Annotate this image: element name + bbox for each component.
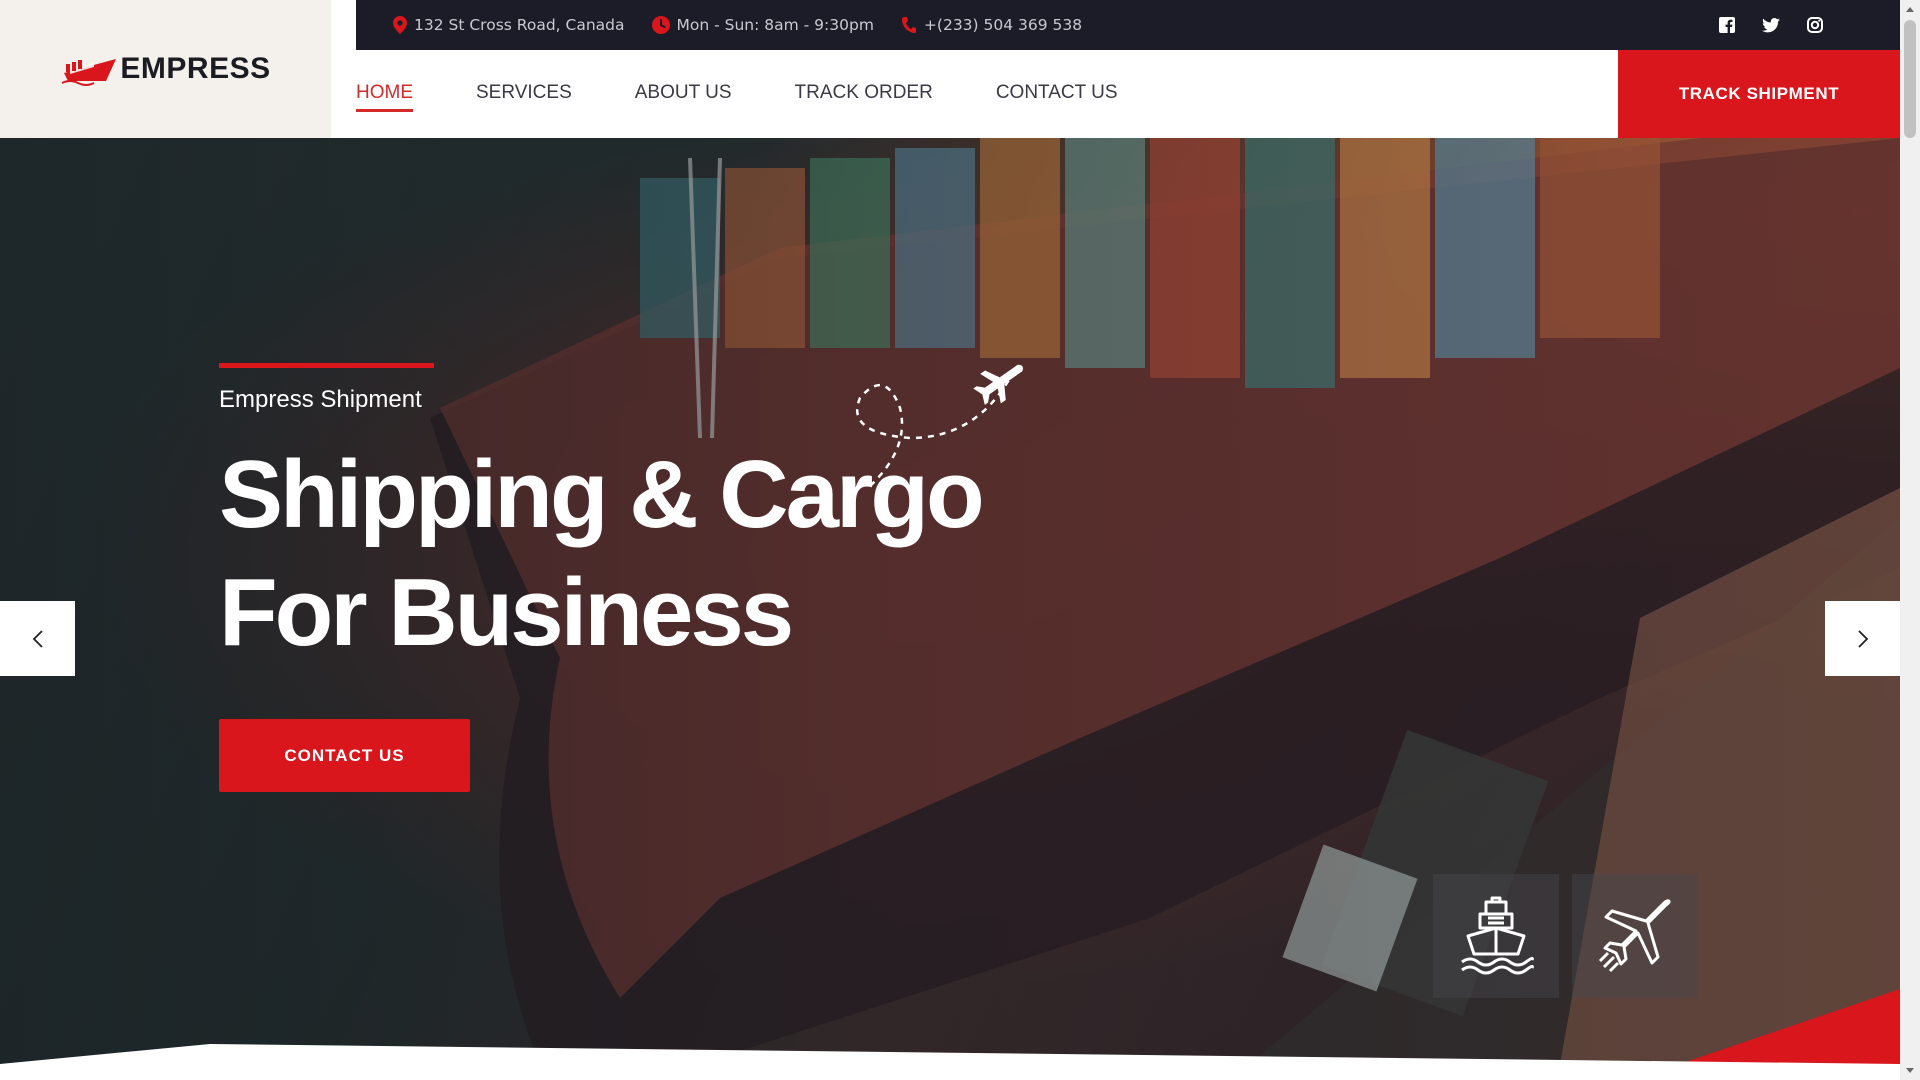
nav-item-services[interactable]: SERVICES [476,82,572,106]
accent-line [219,363,434,368]
social-links [1718,16,1824,34]
hero-kicker: Empress Shipment [219,386,422,413]
logo-area[interactable]: EMPRESS [0,0,331,138]
sea-freight-tile[interactable] [1433,874,1559,998]
caret-up-icon [1906,7,1914,12]
phone-info[interactable]: +(233) 504 369 538 [901,16,1082,34]
top-info-bar: 132 St Cross Road, Canada Mon - Sun: 8am… [356,0,1900,50]
ship-icon [1461,896,1534,975]
slider-prev-button[interactable] [0,601,75,676]
map-pin-icon [393,16,407,34]
chevron-right-icon [1857,629,1868,648]
hours-text: Mon - Sun: 8am - 9:30pm [676,16,874,34]
clock-icon [651,16,670,34]
scroll-down-arrow[interactable] [1900,1062,1920,1080]
caret-down-icon [1906,1068,1914,1073]
hero-headline: Shipping & Cargo For Business [219,436,985,672]
nav-item-about-us[interactable]: ABOUT US [635,82,732,106]
page-scrollbar[interactable] [1900,0,1920,1080]
slider-next-button[interactable] [1825,601,1900,676]
brand-logo[interactable]: EMPRESS [60,51,270,87]
main-nav: HOME SERVICES ABOUT US TRACK ORDER CONTA… [356,50,1618,138]
facebook-icon[interactable] [1718,16,1736,34]
nav-item-contact-us[interactable]: CONTACT US [996,82,1118,106]
instagram-icon[interactable] [1806,16,1824,34]
hours-info: Mon - Sun: 8am - 9:30pm [651,16,874,34]
hero-slider: Empress Shipment Shipping & Cargo For Bu… [0,138,1900,1064]
headline-line-1: Shipping & Cargo [219,441,985,548]
scroll-thumb[interactable] [1904,20,1916,138]
contact-us-button[interactable]: CONTACT US [219,719,470,792]
scroll-up-arrow[interactable] [1900,0,1920,18]
chevron-left-icon [32,629,43,648]
white-wave-decoration [0,1044,1900,1064]
nav-item-track-order[interactable]: TRACK ORDER [795,82,933,106]
ship-logo-icon [61,59,117,86]
airplane-icon [1598,899,1671,973]
nav-item-home[interactable]: HOME [356,82,413,112]
headline-line-2: For Business [219,559,794,666]
twitter-icon[interactable] [1762,16,1780,34]
air-freight-tile[interactable] [1572,874,1698,998]
track-shipment-button[interactable]: TRACK SHIPMENT [1618,50,1900,138]
address-text: 132 St Cross Road, Canada [414,16,625,34]
phone-text[interactable]: +(233) 504 369 538 [924,16,1082,34]
hero-content: Empress Shipment Shipping & Cargo For Bu… [219,363,985,672]
address-info: 132 St Cross Road, Canada [393,16,625,34]
phone-icon [901,17,916,33]
brand-name: EMPRESS [120,52,271,85]
